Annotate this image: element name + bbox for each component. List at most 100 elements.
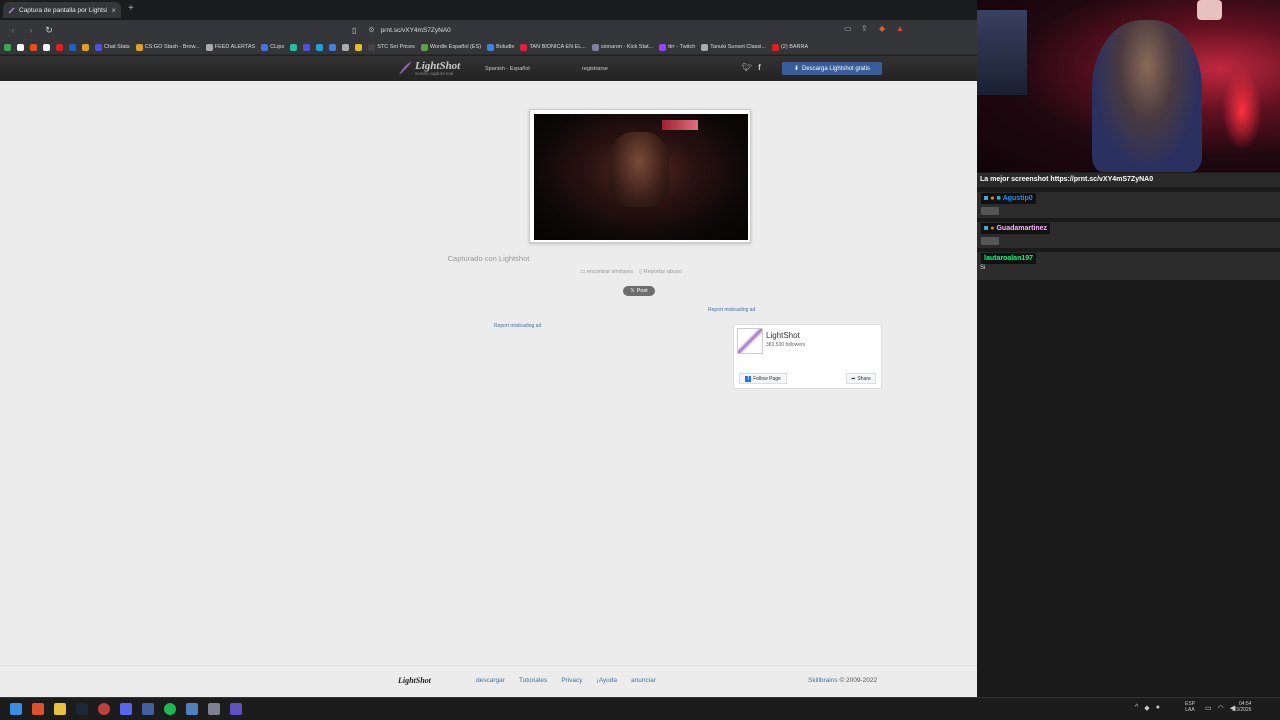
report-ad-link-2[interactable]: Report misleading ad [494,323,541,329]
badge-icon: ◙ [984,195,989,202]
chevron-up-icon[interactable]: ^ [1135,704,1138,712]
bookmark-item[interactable] [4,43,11,51]
bookmark-favicon-icon [701,43,709,51]
bookmark-item[interactable] [30,43,37,51]
input-language[interactable]: ESP LAA [1185,701,1195,713]
site-info-icon[interactable]: ⚙ [368,26,374,34]
download-button[interactable]: ⬇ Descarga Lightshot gratis [782,62,882,75]
app-icon[interactable] [142,703,154,715]
emote-icon [981,207,999,215]
address-bar[interactable]: ▯ ⚙ prnt.sc/vXY4mS7ZyNA0 [352,23,910,37]
lightshot-logo[interactable]: LightShot screen capture tool [397,60,460,76]
wifi-icon[interactable]: ◠ [1218,704,1224,712]
bookmark-item[interactable]: Boludle [487,43,514,51]
discord-icon[interactable] [120,703,132,715]
tab-lightshot[interactable]: Captura de pantalla por Lightshot × [3,2,121,18]
url-text[interactable]: prnt.sc/vXY4mS7ZyNA0 [381,27,451,34]
brave-rewards-icon[interactable]: ▲ [896,24,904,33]
file-explorer-icon[interactable] [54,703,66,715]
app-icon[interactable] [186,703,198,715]
chat-username-box: lautaroalan197 [981,253,1037,264]
obs-icon[interactable] [98,703,110,715]
cast-icon[interactable]: ▭ [844,24,852,33]
bookmark-item[interactable]: Tanuki Sunset Classi... [701,43,766,51]
bookmark-item[interactable] [56,43,63,51]
skillbrains-link[interactable]: Skillbrains [808,677,838,684]
language-selector[interactable]: Spanish - Español [485,66,530,72]
bookmark-item[interactable] [69,43,76,51]
facebook-icon[interactable]: f [758,63,761,72]
brave-browser-icon[interactable] [32,703,44,715]
share-icon[interactable]: ⇪ [861,24,868,33]
bookmark-item[interactable]: CLips [261,43,284,51]
chat-username-box: ◙ ● Guadamartinez [981,223,1051,234]
bookmark-item[interactable]: sionaron - Kick Stat... [591,43,653,51]
fb-share-button[interactable]: ➦ Share [846,373,876,384]
register-link[interactable]: registrarse [582,66,608,72]
monitor-icon[interactable]: ▭ [1205,704,1212,712]
twitter-icon[interactable]: 🐦︎ [742,63,752,72]
x-post-button[interactable]: 𝕏 Post [623,286,655,296]
bookmark-item[interactable] [342,43,350,51]
brave-shield-icon[interactable]: ◆ [879,24,885,33]
bookmark-item[interactable]: CS:GO Stash - Brow... [135,43,200,51]
bookmark-favicon-icon [261,43,269,51]
app-icon[interactable] [208,703,220,715]
footer-logo[interactable]: LightShot [398,676,431,685]
forward-icon[interactable]: › [26,25,36,35]
spotify-icon[interactable] [164,703,176,715]
bookmark-item[interactable] [316,43,324,51]
network-icon[interactable]: ◆ [1144,704,1149,712]
footer-link-download[interactable]: descargar [476,677,505,684]
steam-icon[interactable] [76,703,88,715]
bookmark-item[interactable] [329,43,337,51]
browser-toolbar: ‹ › ↻ ▯ ⚙ prnt.sc/vXY4mS7ZyNA0 ▭ ⇪ ◆ ▲ [0,20,977,40]
bookmark-favicon-icon [69,43,76,51]
bookmark-favicon-icon [771,43,779,51]
bookmark-item[interactable]: STC Set Prices [368,43,415,51]
bookmark-page-icon[interactable]: ▯ [352,26,356,35]
bookmark-item[interactable] [43,43,50,51]
fb-followers-count: 383,530 followers [766,342,806,348]
badge-icon: ■ [996,195,1001,202]
bookmark-item[interactable] [290,43,298,51]
bookmark-favicon-icon [342,43,350,51]
webcam-feed [977,0,1280,172]
bookmark-item[interactable] [82,43,89,51]
footer-link-advertise[interactable]: anunciar [631,677,656,684]
report-abuse-link[interactable]: ▯ Reportar abuso [639,269,681,275]
clock[interactable]: 04:54 1/3/2026 [1232,701,1251,713]
windows-start-icon[interactable] [10,703,22,715]
footer-link-tutorials[interactable]: Tutoriales [519,677,547,684]
footer-link-privacy[interactable]: Privacy [561,677,582,684]
fb-page-avatar[interactable] [737,328,763,354]
badge-icon: ● [990,195,995,202]
download-label: Descarga Lightshot gratis [801,65,871,72]
app-icon[interactable] [230,703,242,715]
mic-icon[interactable]: ● [1156,704,1160,712]
new-tab-button[interactable]: + [128,3,134,14]
bookmark-item[interactable]: TAN BIONICA EN EL... [520,43,586,51]
bookmark-item[interactable] [355,43,363,51]
screenshot-image[interactable] [534,114,748,240]
bookmark-item[interactable]: ttrr - Twitch [659,43,695,51]
report-ad-link-1[interactable]: Report misleading ad [708,307,755,313]
bookmark-item[interactable]: FEED ALERTAS [205,43,255,51]
bookmark-favicon-icon [329,43,337,51]
bookmark-item[interactable]: Chat Stats [95,43,130,51]
fb-follow-button[interactable]: f Follow Page [739,373,787,384]
bookmark-favicon-icon [43,43,50,51]
back-icon[interactable]: ‹ [8,25,18,35]
footer-link-help[interactable]: ¡Ayuda [597,677,617,684]
reload-icon[interactable]: ↻ [44,25,54,36]
bookmark-item[interactable]: Wordle Español (ES) [420,43,482,51]
tab-close-icon[interactable]: × [111,6,116,15]
fb-page-name[interactable]: LightShot [766,331,800,340]
bookmark-label: Wordle Español (ES) [429,44,482,50]
bookmark-item[interactable] [303,43,311,51]
bookmark-item[interactable]: (2) BARRA [771,43,808,51]
chat-username: Guadamartinez [996,225,1048,232]
bookmark-item[interactable] [17,43,24,51]
find-similar-link[interactable]: ▭ encontrar similares [580,269,633,275]
screenshot-frame[interactable] [529,109,751,243]
